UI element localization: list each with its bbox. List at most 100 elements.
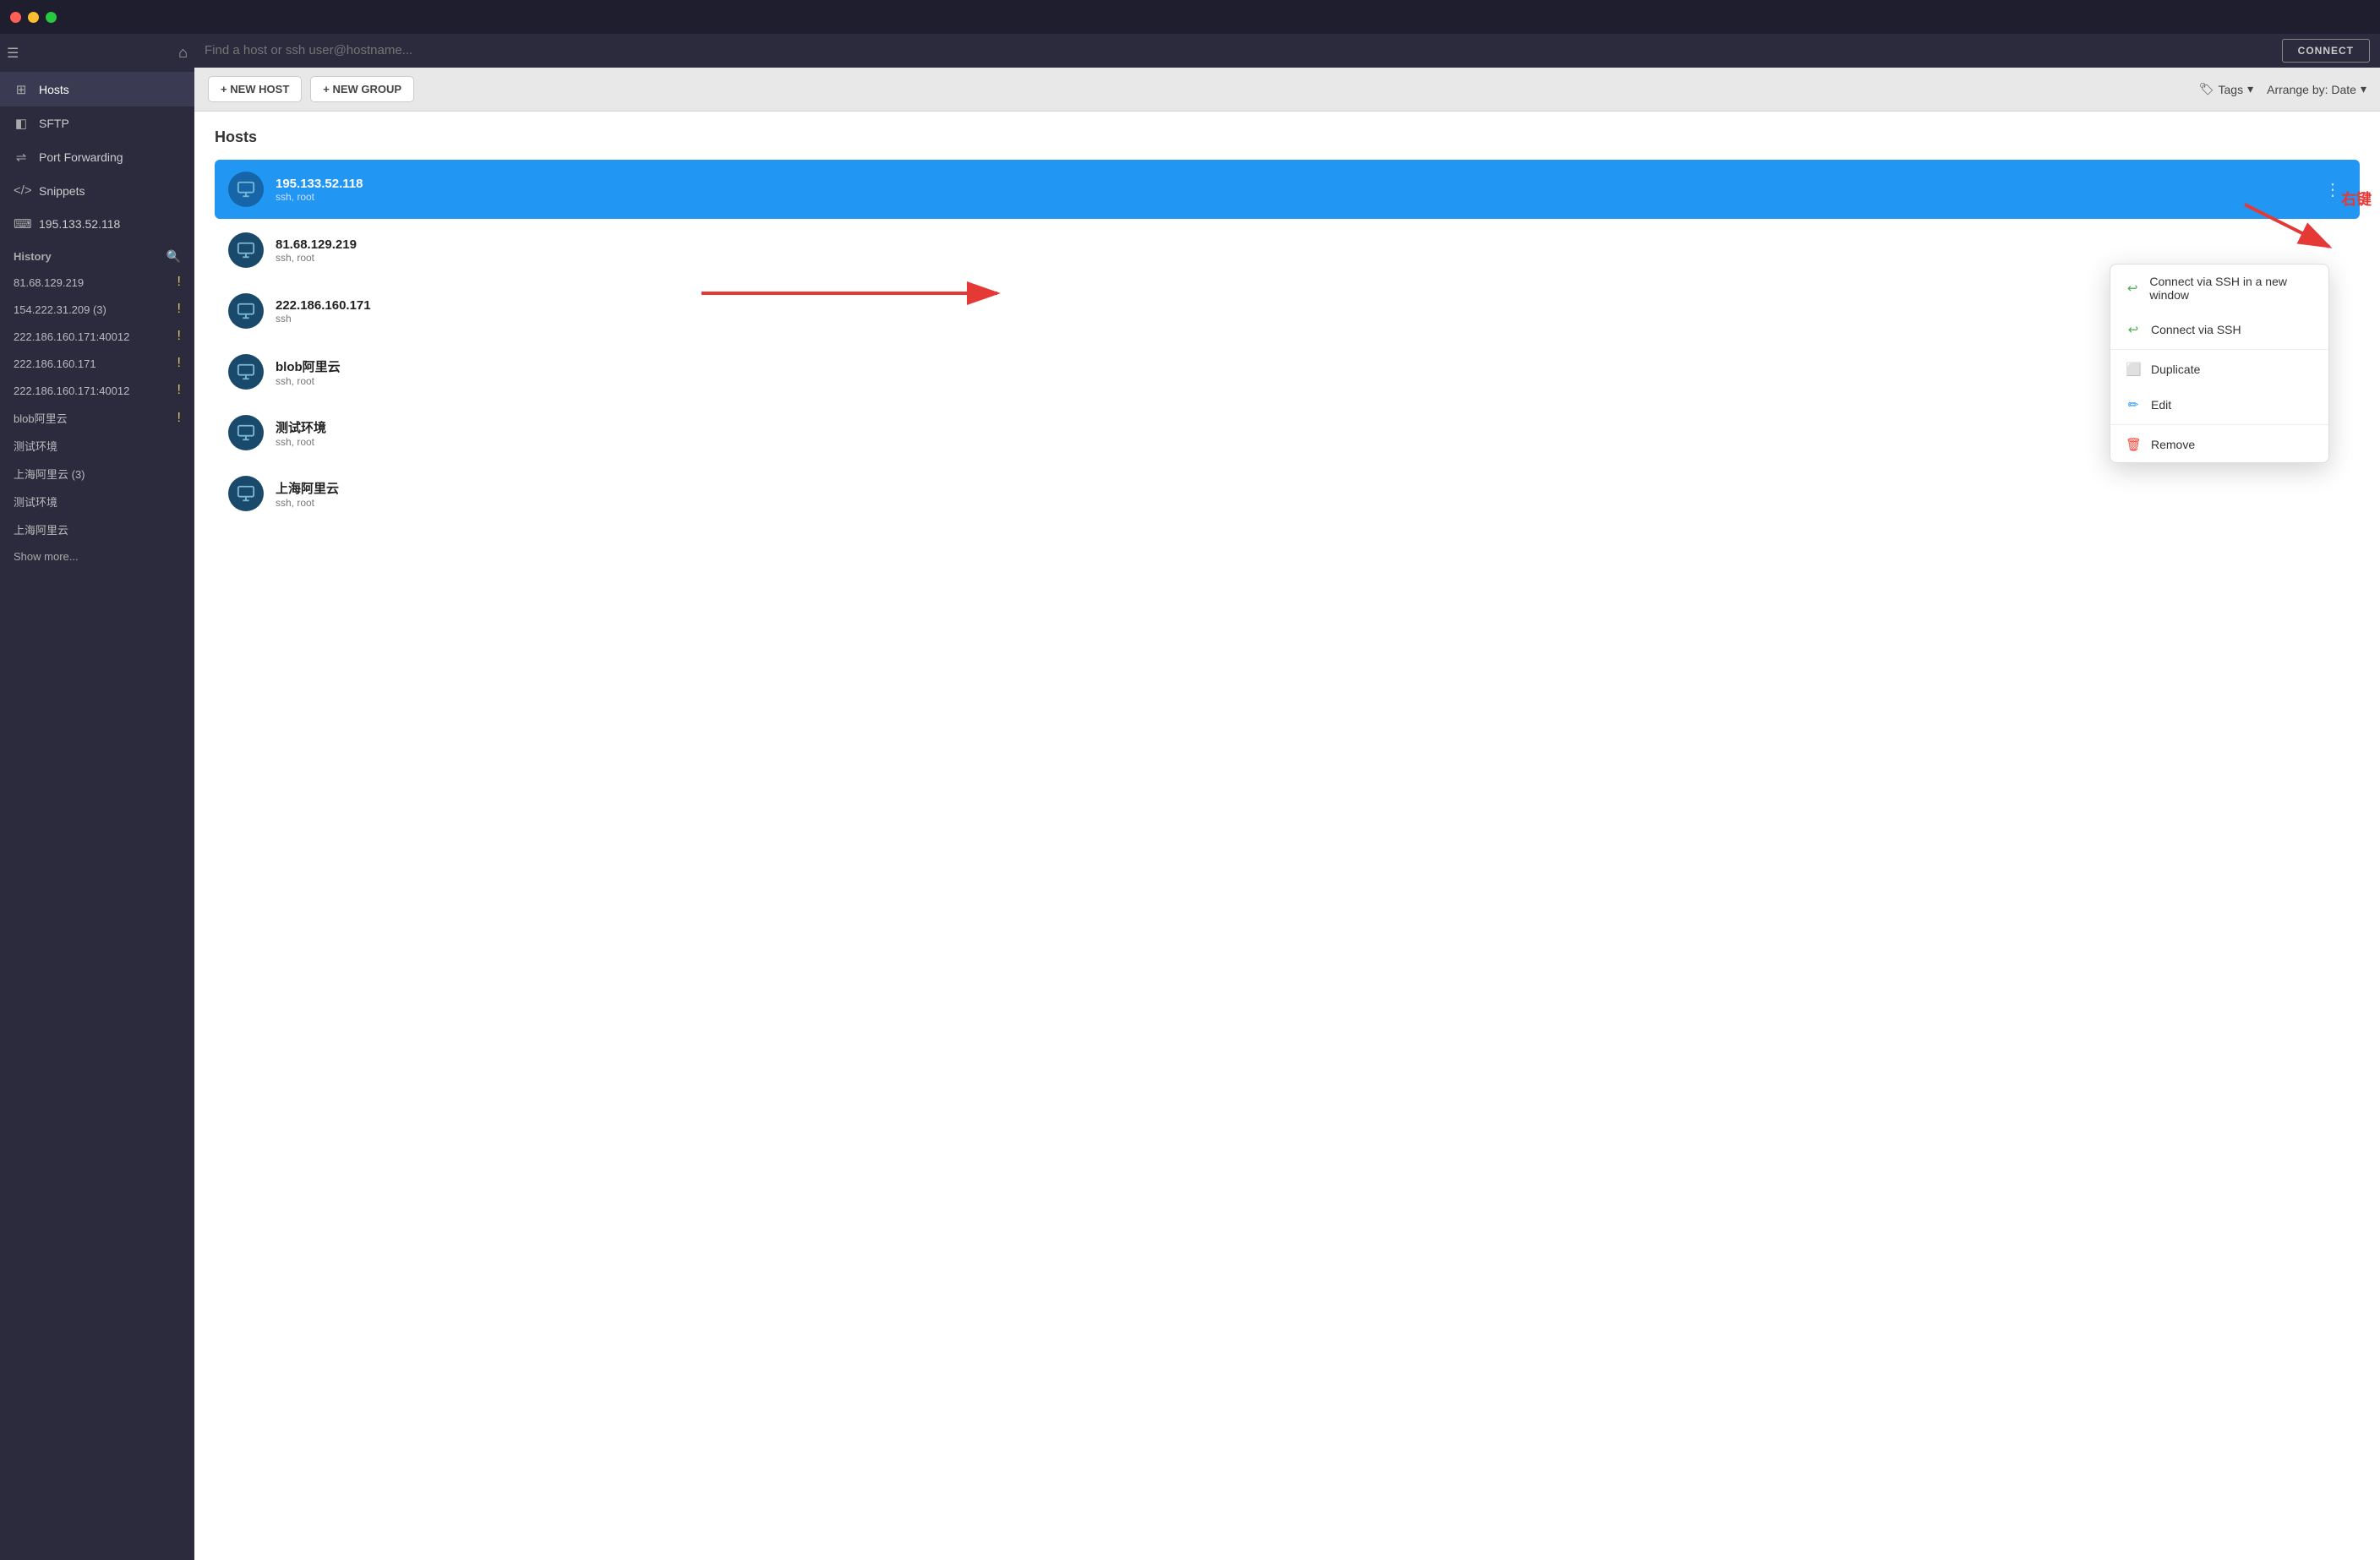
host-info-0: 195.133.52.118 ssh, root xyxy=(276,177,2319,203)
history-item-7[interactable]: 上海阿里云 (3) xyxy=(0,460,194,488)
context-menu-label-1: Connect via SSH xyxy=(2151,323,2241,336)
host-name-3: blob阿里云 xyxy=(276,357,2346,375)
tags-chevron-icon: ▾ xyxy=(2247,82,2253,96)
connect-button[interactable]: CONNECT xyxy=(2282,39,2370,63)
host-dots-0[interactable]: ⋮ xyxy=(2319,179,2346,200)
topbar: CONNECT xyxy=(194,34,2380,68)
history-item-2-warn: ! xyxy=(177,329,181,344)
host-avatar-5 xyxy=(228,476,264,511)
history-item-5[interactable]: blob阿里云 ! xyxy=(0,404,194,432)
history-item-6[interactable]: 测试环境 xyxy=(0,432,194,460)
connect-ssh-icon: ↩ xyxy=(2126,322,2141,337)
show-more[interactable]: Show more... xyxy=(0,543,194,570)
host-sub-0: ssh, root xyxy=(276,191,2319,203)
show-more-label: Show more... xyxy=(14,550,79,563)
new-host-button[interactable]: + NEW HOST xyxy=(208,76,302,102)
host-sub-3: ssh, root xyxy=(276,375,2346,387)
new-host-button-label: + NEW HOST xyxy=(221,83,289,95)
host-sub-1: ssh, root xyxy=(276,252,2346,264)
sidebar-item-hosts-label: Hosts xyxy=(39,83,69,96)
remove-icon: 🗑 xyxy=(2126,437,2141,452)
host-avatar-2 xyxy=(228,293,264,329)
host-item-5[interactable]: 上海阿里云 ssh, root xyxy=(215,464,2360,523)
host-item-3[interactable]: blob阿里云 ssh, root xyxy=(215,342,2360,401)
content-area: Hosts 195.133.52.118 ssh, root ⋮ 81.68.1… xyxy=(194,112,2380,1560)
context-menu-item-connect-ssh[interactable]: ↩ Connect via SSH xyxy=(2110,312,2328,347)
context-menu-item-duplicate[interactable]: ⬜ Duplicate xyxy=(2110,352,2328,387)
hosts-icon: ⊞ xyxy=(14,82,29,97)
sidebar-item-hosts[interactable]: ⊞ Hosts xyxy=(0,73,194,106)
new-group-button[interactable]: + NEW GROUP xyxy=(310,76,414,102)
history-item-1[interactable]: 154.222.31.209 (3) ! xyxy=(0,296,194,323)
snippets-icon: </> xyxy=(14,183,29,198)
host-avatar-1 xyxy=(228,232,264,268)
host-name-1: 81.68.129.219 xyxy=(276,237,2346,252)
history-item-0[interactable]: 81.68.129.219 ! xyxy=(0,269,194,296)
context-menu-label-0: Connect via SSH in a new window xyxy=(2149,275,2313,302)
context-menu-label-2: Duplicate xyxy=(2151,363,2200,376)
connect-button-label: CONNECT xyxy=(2298,45,2354,57)
host-item-0[interactable]: 195.133.52.118 ssh, root ⋮ xyxy=(215,160,2360,219)
edit-icon: ✏ xyxy=(2126,397,2141,412)
toolbar: + NEW HOST + NEW GROUP 🏷 Tags ▾ Arrange … xyxy=(194,68,2380,112)
context-menu-label-3: Edit xyxy=(2151,398,2171,412)
history-search-icon[interactable]: 🔍 xyxy=(166,249,181,264)
section-title: Hosts xyxy=(215,128,2360,146)
titlebar xyxy=(0,0,2380,34)
sidebar-item-snippets[interactable]: </> Snippets xyxy=(0,174,194,207)
minimize-button[interactable] xyxy=(28,12,39,23)
context-menu-item-connect-new-window[interactable]: ↩ Connect via SSH in a new window xyxy=(2110,265,2328,312)
context-menu-label-4: Remove xyxy=(2151,438,2195,451)
history-item-3[interactable]: 222.186.160.171 ! xyxy=(0,350,194,377)
home-icon[interactable]: ⌂ xyxy=(178,44,188,62)
host-avatar-4 xyxy=(228,415,264,450)
search-input[interactable] xyxy=(205,43,2274,57)
main-panel: CONNECT + NEW HOST + NEW GROUP 🏷 Tags ▾ xyxy=(194,34,2380,1560)
host-avatar-0 xyxy=(228,172,264,207)
context-menu-item-remove[interactable]: 🗑 Remove xyxy=(2110,427,2328,462)
host-avatar-3 xyxy=(228,354,264,390)
history-item-6-label: 测试环境 xyxy=(14,438,57,454)
host-item-2[interactable]: 222.186.160.171 ssh xyxy=(215,281,2360,341)
new-group-button-label: + NEW GROUP xyxy=(323,83,401,95)
arrange-button[interactable]: Arrange by: Date ▾ xyxy=(2267,82,2366,96)
context-menu-divider-1 xyxy=(2110,349,2328,350)
sidebar-item-port-forwarding[interactable]: ⇌ Port Forwarding xyxy=(0,140,194,174)
connect-new-window-icon: ↩ xyxy=(2126,281,2139,296)
maximize-button[interactable] xyxy=(46,12,57,23)
history-item-0-warn: ! xyxy=(177,275,181,290)
history-item-2[interactable]: 222.186.160.171:40012 ! xyxy=(0,323,194,350)
history-item-0-label: 81.68.129.219 xyxy=(14,276,84,289)
sftp-icon: ◧ xyxy=(14,116,29,131)
sidebar-top: ☰ ⌂ xyxy=(0,34,194,73)
history-item-8[interactable]: 测试环境 xyxy=(0,488,194,515)
sidebar-item-sftp[interactable]: ◧ SFTP xyxy=(0,106,194,140)
history-item-3-warn: ! xyxy=(177,356,181,371)
history-item-7-label: 上海阿里云 (3) xyxy=(14,466,85,482)
sidebar-current-host[interactable]: ⌨ 195.133.52.118 xyxy=(0,207,194,241)
context-menu: ↩ Connect via SSH in a new window ↩ Conn… xyxy=(2110,264,2329,463)
history-section-header: History 🔍 xyxy=(0,241,194,269)
host-info-2: 222.186.160.171 ssh xyxy=(276,298,2346,325)
history-item-9[interactable]: 上海阿里云 xyxy=(0,515,194,543)
tags-button[interactable]: 🏷 Tags ▾ xyxy=(2199,82,2253,96)
host-item-1[interactable]: 81.68.129.219 ssh, root xyxy=(215,221,2360,280)
tag-icon: 🏷 xyxy=(2199,82,2214,96)
host-sub-4: ssh, root xyxy=(276,436,2346,448)
terminal-icon: ⌨ xyxy=(14,216,29,232)
arrange-chevron-icon: ▾ xyxy=(2361,82,2366,96)
close-button[interactable] xyxy=(10,12,21,23)
host-item-4[interactable]: 测试环境 ssh, root xyxy=(215,403,2360,462)
arrange-label: Arrange by: Date xyxy=(2267,83,2356,96)
context-menu-item-edit[interactable]: ✏ Edit xyxy=(2110,387,2328,423)
toolbar-right: 🏷 Tags ▾ Arrange by: Date ▾ xyxy=(2199,82,2366,96)
app-body: ☰ ⌂ ⊞ Hosts ◧ SFTP ⇌ Port Forwarding </>… xyxy=(0,34,2380,1560)
history-item-4-label: 222.186.160.171:40012 xyxy=(14,385,129,397)
history-item-9-label: 上海阿里云 xyxy=(14,521,68,537)
history-item-4[interactable]: 222.186.160.171:40012 ! xyxy=(0,377,194,404)
host-name-0: 195.133.52.118 xyxy=(276,177,2319,191)
hamburger-icon[interactable]: ☰ xyxy=(7,45,19,62)
host-info-5: 上海阿里云 ssh, root xyxy=(276,479,2346,509)
history-item-5-warn: ! xyxy=(177,411,181,426)
history-item-5-label: blob阿里云 xyxy=(14,410,68,426)
